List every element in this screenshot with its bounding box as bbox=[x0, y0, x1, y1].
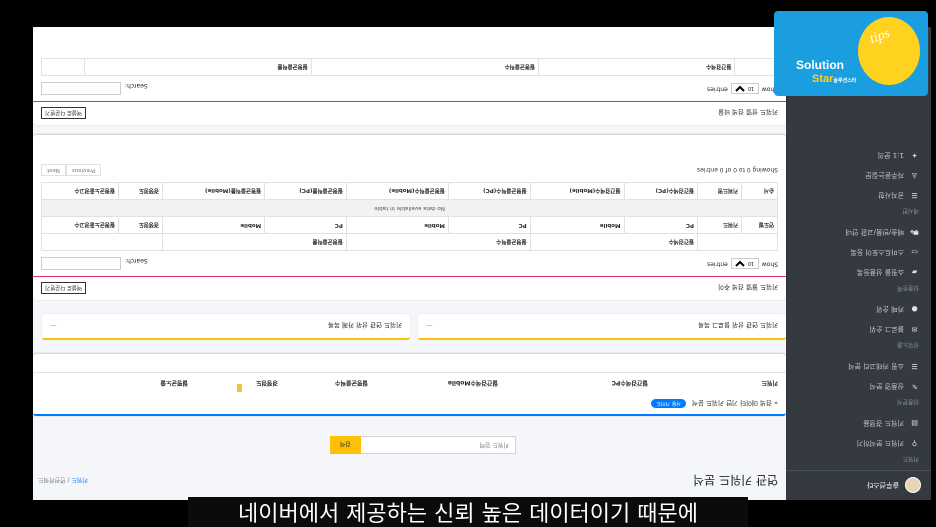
guide-badge[interactable]: 사용 가이드 bbox=[651, 399, 686, 409]
list-icon: ☰ bbox=[911, 191, 918, 199]
page-header: 연관 키워드 분석 키워드 / 연관키워드 bbox=[38, 468, 778, 494]
table-group-header-row: 월간검색수 월평균클릭수 월평균클릭률 bbox=[41, 58, 778, 76]
sidebar-item-shopping-category[interactable]: ☰ 쇼핑 카테고리 분석 bbox=[786, 356, 931, 376]
chat-icon: ✉ bbox=[911, 325, 918, 333]
keyword-card-title: « 검색 데이터 기반 키워드 분석 bbox=[691, 399, 778, 407]
table-sub-header-row: 연도별 키워드 PC Mobile PC Mobile PC Mobile 경쟁… bbox=[41, 216, 778, 234]
previous-button[interactable]: Previous bbox=[65, 164, 102, 176]
sidebar-item-faq[interactable]: ♙ 자주묻는질문 bbox=[786, 165, 931, 185]
logo-text-star: Star솔루션스타 bbox=[812, 73, 857, 85]
logo-text-solution: Solution bbox=[796, 58, 844, 72]
sidebar-item-notice[interactable]: ☰ 공지사항 bbox=[786, 185, 931, 205]
table-footer: Showing 0 to 0 of 0 entries Previous Nex… bbox=[33, 158, 786, 182]
video-frame: 솔루션스타 키워드 ⚲ 키워드 분석하기 ▤ 키워드 경쟁율 상품분석 ✎ 상품명 분… bbox=[0, 0, 936, 527]
main-content: 연관 키워드 분석 키워드 / 연관키워드 검색 « 검색 데이터 기반 키워드… bbox=[33, 27, 786, 500]
sidebar-item-cafe-rank[interactable]: ● 카페 순위 bbox=[786, 299, 931, 319]
breadcrumb: 키워드 / 연관키워드 bbox=[38, 476, 89, 484]
info-icon: ● bbox=[911, 305, 918, 313]
search-icon: ⚲ bbox=[911, 439, 918, 447]
monthly-trend-table: 월간검색수 월평균클릭수 월평균클릭률 연도별 키워드 PC Mobile PC… bbox=[41, 182, 778, 251]
breadcrumb-home[interactable]: 키워드 bbox=[71, 477, 88, 484]
sidebar-item-keyword-analysis[interactable]: ⚲ 키워드 분석하기 bbox=[786, 433, 931, 453]
avatar bbox=[905, 477, 921, 494]
mouse-cursor-icon bbox=[237, 384, 242, 392]
search-row: 검색 bbox=[329, 436, 516, 454]
keyword-table-header: 키워드 월간검색수PC 월간검색수Mobile 월평균클릭수 경쟁정도 월평균노… bbox=[33, 372, 786, 394]
user-name: 솔루션스타 bbox=[866, 481, 899, 490]
monthly-trend-title: 키워드 월별 검색 추이 bbox=[717, 283, 778, 292]
next-button[interactable]: Next bbox=[41, 164, 66, 176]
channel-logo: tips Solution Star솔루션스타 bbox=[774, 11, 928, 96]
sidebar-item-product-name[interactable]: ✎ 상품명 분석 bbox=[786, 376, 931, 396]
table-controls-2: Show 10entries Search: bbox=[33, 76, 786, 101]
video-subtitle: 네이버에서 제공하는 신뢰 높은 데이터이기 때문에 bbox=[188, 497, 748, 527]
monthly-trend-header: 키워드 월별 검색 추이 엑셀로 다운받기 bbox=[33, 276, 786, 300]
table-controls: Show 10entries Search: bbox=[33, 251, 786, 276]
sidebar-item-inquiry[interactable]: ✦ 1:1 문의 bbox=[786, 145, 931, 165]
table-search-input-2[interactable] bbox=[41, 82, 121, 95]
sidebar-user[interactable]: 솔루션스타 bbox=[786, 470, 931, 500]
entries-select-2[interactable]: 10 bbox=[730, 83, 759, 94]
sidebar-header-product: 상품분석 bbox=[896, 398, 919, 405]
list-icon: ☰ bbox=[911, 362, 918, 370]
sidebar-item-smartstore-register[interactable]: ▭ 스마트스토어 등록 bbox=[786, 242, 931, 262]
table-search-input[interactable] bbox=[41, 257, 121, 270]
sidebar-item-mall-register[interactable]: ▰ 쇼핑몰 상품등록 bbox=[786, 262, 931, 282]
breadcrumb-current: 연관키워드 bbox=[38, 476, 66, 484]
search-button[interactable]: 검색 bbox=[329, 436, 361, 454]
sidebar-item-keyword-competition[interactable]: ▤ 키워드 경쟁율 bbox=[786, 413, 931, 433]
lightbulb-icon bbox=[858, 17, 920, 85]
excel-download-button-2[interactable]: 엑셀로 다운받기 bbox=[41, 107, 87, 120]
blog-list-card[interactable]: 키워드 연관 상위 블로그 목록 — bbox=[418, 314, 786, 340]
sidebar-header-register: 상품등록 bbox=[896, 284, 919, 291]
excel-download-button[interactable]: 엑셀로 다운받기 bbox=[41, 282, 87, 295]
table-info: Showing 0 to 0 of 0 entries bbox=[697, 166, 778, 174]
table-empty-row: No data available in table bbox=[41, 199, 778, 217]
sidebar-item-delivery-info[interactable]: ⛟ 배송/반품/교환 안내 bbox=[786, 222, 931, 242]
pagination: Previous Next bbox=[41, 164, 102, 176]
sidebar-header-ranking: 상위노출 bbox=[896, 341, 919, 348]
sidebar: 솔루션스타 키워드 ⚲ 키워드 분석하기 ▤ 키워드 경쟁율 상품분석 ✎ 상품명 분… bbox=[786, 27, 931, 500]
gender-ratio-title: 키워드 성별 검색 비율 bbox=[717, 108, 778, 117]
table-footer-header-row: 순서 키워드명 월간검색수(PC) 월간검색수(Mobile) 월평균클릭수(P… bbox=[41, 182, 778, 200]
search-input[interactable] bbox=[361, 436, 516, 454]
user-icon: ♙ bbox=[911, 171, 918, 179]
truck-icon: ⛟ bbox=[910, 228, 919, 237]
pin-icon: ✦ bbox=[911, 151, 918, 159]
sidebar-item-blog-rank[interactable]: ✉ 블로그 순위 bbox=[786, 319, 931, 339]
entries-select[interactable]: 10 bbox=[730, 258, 759, 269]
car-icon: ▰ bbox=[911, 268, 918, 276]
sidebar-header-keyword: 키워드 bbox=[902, 455, 919, 462]
chart-icon: ▤ bbox=[911, 419, 918, 427]
monthly-trend-section: 키워드 월별 검색 추이 엑셀로 다운받기 Show 10entries Sear… bbox=[33, 135, 786, 300]
gender-ratio-section: 키워드 성별 검색 비율 엑셀로 다운받기 Show 10entries Sear… bbox=[33, 27, 786, 125]
cafe-list-card[interactable]: 키워드 연관 상위 카페 목록 — bbox=[42, 314, 410, 340]
sidebar-header-board: 게시판 bbox=[902, 207, 919, 214]
gender-ratio-table: 월간검색수 월평균클릭수 월평균클릭률 bbox=[41, 58, 778, 76]
page-title: 연관 키워드 분석 bbox=[693, 473, 778, 488]
table-group-header-row: 월간검색수 월평균클릭수 월평균클릭률 bbox=[41, 233, 778, 251]
gender-ratio-header: 키워드 성별 검색 비율 엑셀로 다운받기 bbox=[33, 101, 786, 125]
pencil-icon: ✎ bbox=[911, 382, 918, 390]
related-cards-row: 키워드 연관 상위 블로그 목록 — 키워드 연관 상위 카페 목록 — bbox=[42, 314, 786, 340]
mirrored-screen-capture: 솔루션스타 키워드 ⚲ 키워드 분석하기 ▤ 키워드 경쟁율 상품분석 ✎ 상품명 분… bbox=[33, 27, 931, 500]
monitor-icon: ▭ bbox=[911, 248, 918, 256]
keyword-card-header: « 검색 데이터 기반 키워드 분석 사용 가이드 bbox=[33, 394, 786, 414]
keyword-card: « 검색 데이터 기반 키워드 분석 사용 가이드 키워드 월간검색수PC 월간… bbox=[33, 354, 786, 416]
